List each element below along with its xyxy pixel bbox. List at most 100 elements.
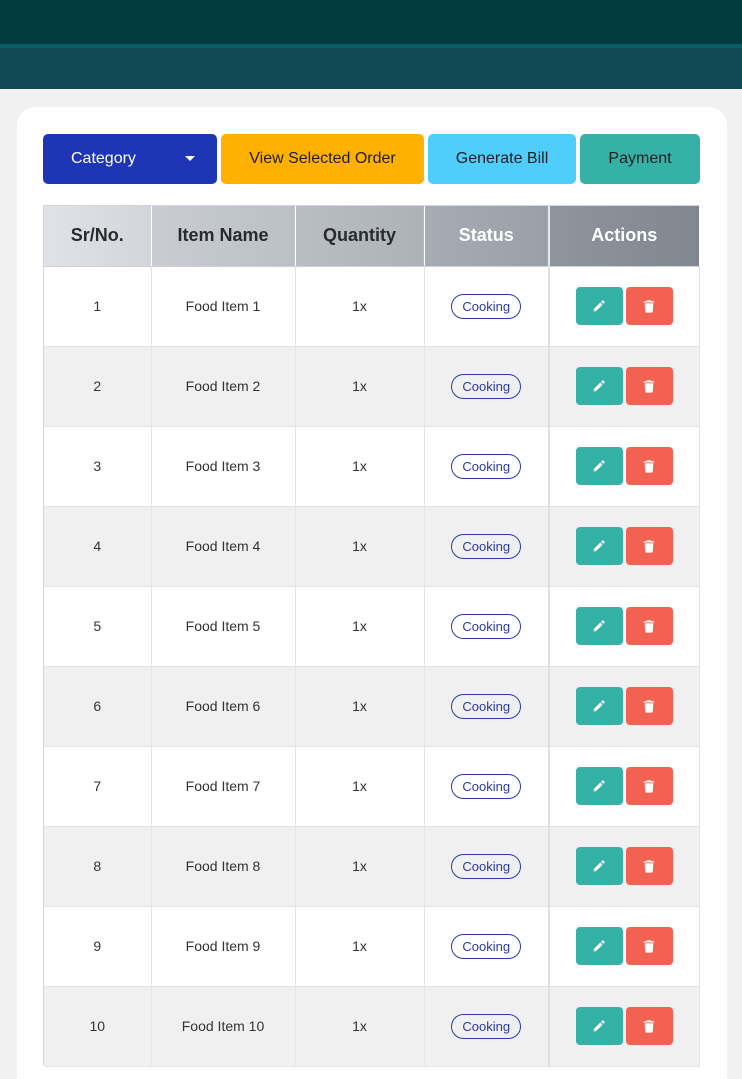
trash-icon (644, 860, 655, 873)
cell-actions (548, 346, 700, 427)
cell-status: Cooking (424, 826, 550, 907)
status-badge: Cooking (451, 853, 522, 879)
status-badge: Cooking (451, 453, 522, 479)
cell-sr-no: 8 (44, 826, 152, 907)
cell-sr-no: 4 (44, 506, 152, 587)
delete-button[interactable] (625, 447, 673, 485)
cell-status: Cooking (424, 746, 550, 827)
edit-button[interactable] (575, 927, 623, 965)
category-dropdown[interactable]: Category (43, 134, 217, 184)
sub-header-bar (0, 44, 742, 89)
pencil-icon (594, 460, 605, 472)
pencil-icon (594, 940, 605, 952)
edit-button[interactable] (575, 527, 623, 565)
delete-button[interactable] (625, 847, 673, 885)
cell-quantity: 1x (295, 986, 425, 1067)
trash-icon (644, 700, 655, 713)
header-item-name: Item Name (151, 206, 296, 267)
edit-button[interactable] (575, 287, 623, 325)
cell-quantity: 1x (295, 746, 425, 827)
cell-sr-no: 2 (44, 346, 152, 427)
delete-button[interactable] (625, 927, 673, 965)
cell-actions (548, 986, 700, 1067)
cell-item-name: Food Item 10 (151, 986, 296, 1067)
trash-icon (644, 940, 655, 953)
table-row: 6 Food Item 6 1x Cooking (44, 666, 700, 747)
cell-quantity: 1x (295, 826, 425, 907)
cell-item-name: Food Item 9 (151, 906, 296, 987)
trash-icon (644, 460, 655, 473)
cell-sr-no: 9 (44, 906, 152, 987)
edit-button[interactable] (575, 367, 623, 405)
category-label: Category (71, 150, 136, 167)
table-row: 2 Food Item 2 1x Cooking (44, 346, 700, 427)
cell-actions (548, 666, 700, 747)
edit-button[interactable] (575, 687, 623, 725)
status-badge: Cooking (451, 933, 522, 959)
cell-sr-no: 5 (44, 586, 152, 667)
table-row: 3 Food Item 3 1x Cooking (44, 426, 700, 507)
delete-button[interactable] (625, 767, 673, 805)
cell-sr-no: 7 (44, 746, 152, 827)
status-badge: Cooking (451, 293, 522, 319)
pencil-icon (594, 540, 605, 552)
edit-button[interactable] (575, 447, 623, 485)
edit-button[interactable] (575, 847, 623, 885)
edit-button[interactable] (575, 767, 623, 805)
cell-item-name: Food Item 1 (151, 266, 296, 347)
cell-status: Cooking (424, 986, 550, 1067)
delete-button[interactable] (625, 287, 673, 325)
pencil-icon (594, 700, 605, 712)
trash-icon (644, 780, 655, 793)
delete-button[interactable] (625, 1007, 673, 1045)
table-row: 1 Food Item 1 1x Cooking (44, 266, 700, 347)
pencil-icon (594, 620, 605, 632)
table-row: 10 Food Item 10 1x Cooking (44, 986, 700, 1067)
cell-actions (548, 746, 700, 827)
pencil-icon (594, 380, 605, 392)
trash-icon (644, 540, 655, 553)
cell-item-name: Food Item 6 (151, 666, 296, 747)
delete-button[interactable] (625, 367, 673, 405)
cell-item-name: Food Item 5 (151, 586, 296, 667)
pencil-icon (594, 1020, 605, 1032)
cell-sr-no: 3 (44, 426, 152, 507)
cell-actions (548, 506, 700, 587)
status-badge: Cooking (451, 373, 522, 399)
cell-sr-no: 10 (44, 986, 152, 1067)
status-badge: Cooking (451, 613, 522, 639)
cell-quantity: 1x (295, 506, 425, 587)
cell-item-name: Food Item 8 (151, 826, 296, 907)
delete-button[interactable] (625, 687, 673, 725)
cell-quantity: 1x (295, 666, 425, 747)
table-row: 9 Food Item 9 1x Cooking (44, 906, 700, 987)
cell-status: Cooking (424, 666, 550, 747)
caret-down-icon (185, 156, 195, 161)
delete-button[interactable] (625, 607, 673, 645)
cell-sr-no: 1 (44, 266, 152, 347)
table-row: 7 Food Item 7 1x Cooking (44, 746, 700, 827)
cell-status: Cooking (424, 346, 550, 427)
cell-item-name: Food Item 3 (151, 426, 296, 507)
view-selected-order-button[interactable]: View Selected Order (221, 134, 424, 184)
header-status: Status (424, 206, 550, 267)
cell-quantity: 1x (295, 426, 425, 507)
trash-icon (644, 300, 655, 313)
status-badge: Cooking (451, 533, 522, 559)
cell-actions (548, 426, 700, 507)
status-badge: Cooking (451, 1013, 522, 1039)
pencil-icon (594, 780, 605, 792)
payment-button[interactable]: Payment (580, 134, 700, 184)
generate-bill-button[interactable]: Generate Bill (428, 134, 576, 184)
edit-button[interactable] (575, 607, 623, 645)
delete-button[interactable] (625, 527, 673, 565)
header-actions: Actions (548, 206, 700, 267)
table-header-row: Sr/No. Item Name Quantity Status Actions (44, 206, 700, 267)
orders-table: Sr/No. Item Name Quantity Status Actions… (43, 205, 700, 1067)
cell-quantity: 1x (295, 346, 425, 427)
cell-item-name: Food Item 4 (151, 506, 296, 587)
edit-button[interactable] (575, 1007, 623, 1045)
status-badge: Cooking (451, 773, 522, 799)
table-row: 4 Food Item 4 1x Cooking (44, 506, 700, 587)
cell-actions (548, 586, 700, 667)
